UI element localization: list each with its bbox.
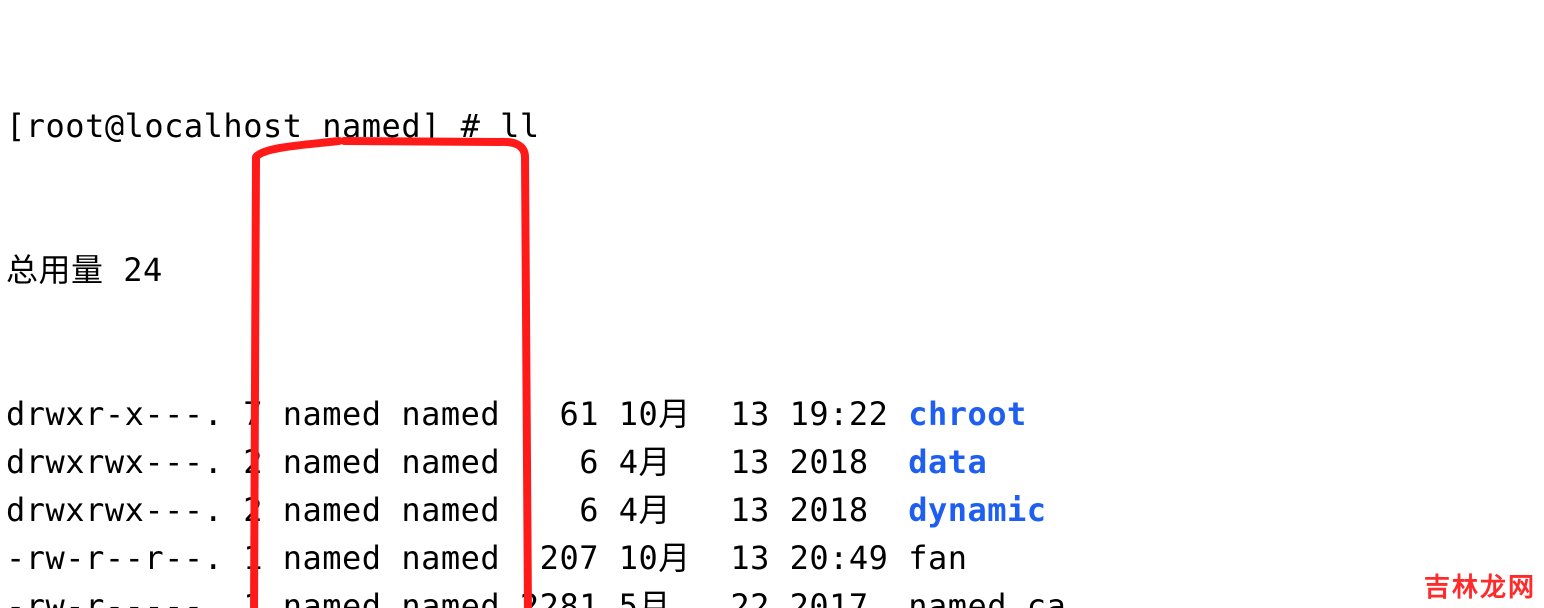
- prompt-user: root: [26, 107, 105, 145]
- links-col: 1: [243, 587, 263, 608]
- total-label: 总用量: [6, 251, 104, 289]
- owner-col: named: [283, 539, 382, 577]
- links-col: 2: [243, 443, 263, 481]
- links-col: 2: [243, 491, 263, 529]
- prompt-at: @: [105, 107, 125, 145]
- total-value: 24: [123, 251, 163, 289]
- perm-col: -rw-r-----.: [6, 587, 223, 608]
- time-col: 19:22: [790, 395, 889, 433]
- prompt-close: ]: [421, 107, 441, 145]
- total-sp: [104, 251, 124, 289]
- prompt-sp3: [480, 107, 500, 145]
- perm-col: drwxrwx---.: [6, 491, 223, 529]
- prompt-host: localhost: [125, 107, 303, 145]
- table-row: drwxrwx---. 2 named named 6 4月 13 2018 d…: [6, 486, 1544, 534]
- month-col: 10月: [619, 539, 711, 577]
- filename-col: named.ca: [908, 587, 1066, 608]
- day-col: 13: [711, 539, 770, 577]
- filename-col: chroot: [908, 395, 1027, 433]
- size-col: 207: [500, 539, 599, 577]
- group-col: named: [401, 443, 500, 481]
- month-col: 5月: [619, 587, 711, 608]
- filename-col: fan: [908, 539, 967, 577]
- day-col: 13: [711, 443, 770, 481]
- month-col: 4月: [619, 491, 711, 529]
- prompt-sp1: [302, 107, 322, 145]
- month-col: 4月: [619, 443, 711, 481]
- time-col: 20:49: [790, 539, 889, 577]
- links-col: 1: [243, 539, 263, 577]
- watermark-text: 吉林龙网: [1424, 567, 1536, 604]
- month-col: 10月: [619, 395, 711, 433]
- perm-col: -rw-r--r--.: [6, 539, 223, 577]
- group-col: named: [401, 539, 500, 577]
- prompt-symbol: #: [461, 107, 481, 145]
- day-col: 13: [711, 491, 770, 529]
- size-col: 6: [500, 443, 599, 481]
- owner-col: named: [283, 491, 382, 529]
- group-col: named: [401, 491, 500, 529]
- listing-rows: drwxr-x---. 7 named named 61 10月 13 19:2…: [6, 390, 1544, 608]
- table-row: drwxr-x---. 7 named named 61 10月 13 19:2…: [6, 390, 1544, 438]
- group-col: named: [401, 587, 500, 608]
- prompt-line[interactable]: [root@localhost named] # ll: [6, 102, 1544, 150]
- size-col: 61: [500, 395, 599, 433]
- time-col: 2017: [790, 587, 889, 608]
- time-col: 2018: [790, 491, 889, 529]
- terminal-output: [root@localhost named] # ll 总用量 24 drwxr…: [0, 0, 1544, 608]
- owner-col: named: [283, 587, 382, 608]
- perm-col: drwxr-x---.: [6, 395, 223, 433]
- prompt-path: named: [322, 107, 421, 145]
- size-col: 6: [500, 491, 599, 529]
- table-row: drwxrwx---. 2 named named 6 4月 13 2018 d…: [6, 438, 1544, 486]
- size-col: 2281: [500, 587, 599, 608]
- table-row: -rw-r-----. 1 named named 2281 5月 22 201…: [6, 582, 1544, 608]
- links-col: 7: [243, 395, 263, 433]
- time-col: 2018: [790, 443, 889, 481]
- prompt-sp2: [441, 107, 461, 145]
- prompt-open: [: [6, 107, 26, 145]
- day-col: 22: [711, 587, 770, 608]
- owner-col: named: [283, 395, 382, 433]
- owner-col: named: [283, 443, 382, 481]
- total-line: 总用量 24: [6, 246, 1544, 294]
- filename-col: data: [908, 443, 987, 481]
- group-col: named: [401, 395, 500, 433]
- perm-col: drwxrwx---.: [6, 443, 223, 481]
- day-col: 13: [711, 395, 770, 433]
- filename-col: dynamic: [908, 491, 1046, 529]
- command-text: ll: [500, 107, 540, 145]
- table-row: -rw-r--r--. 1 named named 207 10月 13 20:…: [6, 534, 1544, 582]
